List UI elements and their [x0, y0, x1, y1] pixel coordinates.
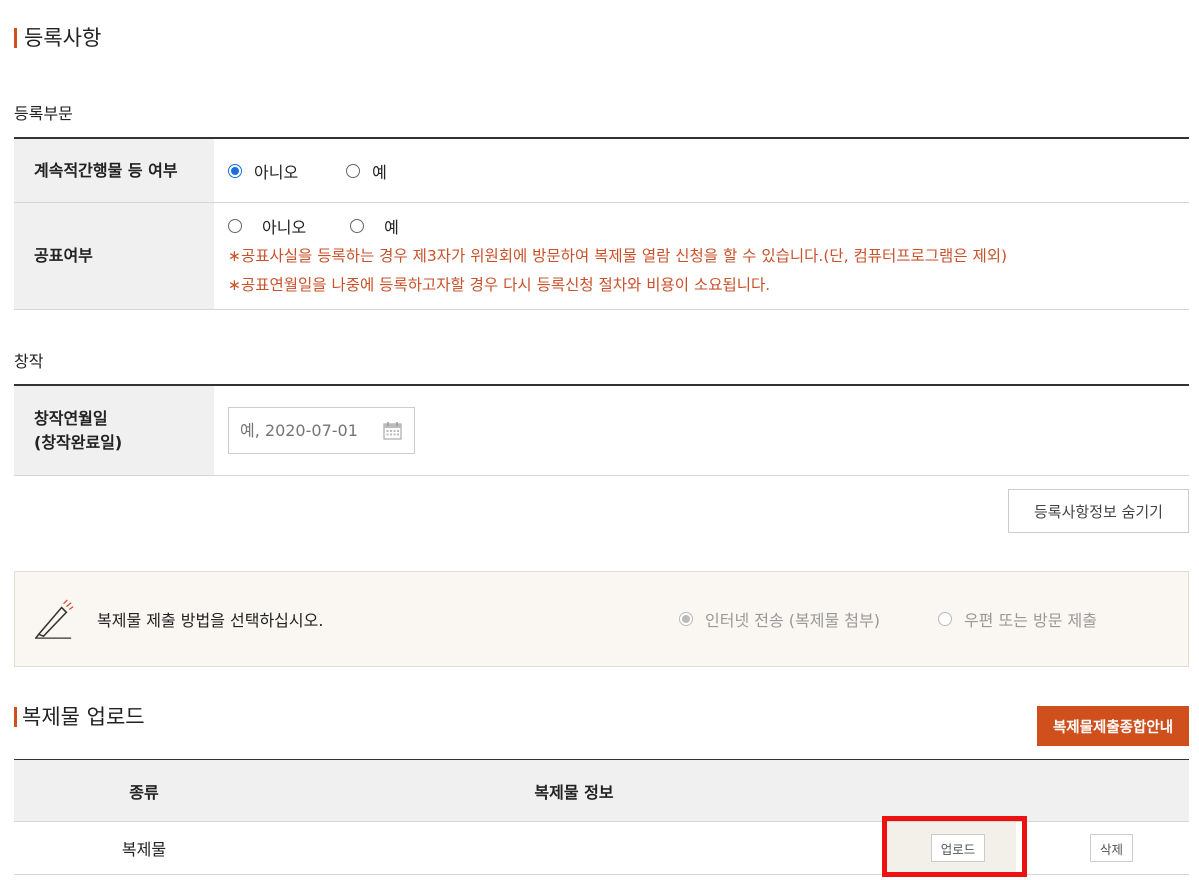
submission-method-options: 인터넷 전송 (복제물 첨부) 우편 또는 방문 제출: [679, 607, 1155, 631]
method-radio-post-label: 우편 또는 방문 제출: [963, 611, 1097, 630]
publish-notice-1: ∗공표사실을 등록하는 경우 제3자가 위원회에 방문하여 복제물 열람 신청을…: [228, 247, 1008, 265]
radio-unchecked-disabled-icon: [937, 612, 952, 626]
publish-radio-group: 아니오 예: [228, 214, 1189, 238]
publish-label: 공표여부: [14, 203, 214, 309]
section-title-registration: 등록사항: [14, 26, 101, 50]
serial-label: 계속적간행물 등 여부: [14, 139, 214, 202]
radio-unchecked-icon: [346, 163, 361, 178]
upload-table-header: 종류 복제물 정보: [14, 760, 1189, 822]
publish-radio-yes-label: 예: [384, 218, 399, 237]
publish-radio-no[interactable]: 아니오: [228, 214, 306, 238]
publish-radio-no-label: 아니오: [262, 218, 307, 237]
form-row-creation-date: 창작연월일 (창작완료일): [14, 386, 1189, 476]
calendar-icon[interactable]: [383, 421, 402, 440]
registration-form-table: 계속적간행물 등 여부 아니오 예 공표여부 아니오 예 ∗공표사실을 등록하는…: [14, 137, 1189, 310]
upload-table: 종류 복제물 정보 복제물 업로드 삭제: [14, 759, 1189, 875]
table-row: 복제물 업로드 삭제: [14, 822, 1189, 875]
form-row-publish: 공표여부 아니오 예 ∗공표사실을 등록하는 경우 제3자가 위원회에 방문하여…: [14, 203, 1189, 310]
creation-date-label-line1: 창작연월일: [34, 408, 108, 428]
creation-form-table: 창작연월일 (창작완료일): [14, 384, 1189, 476]
radio-unchecked-icon: [228, 219, 242, 233]
radio-checked-disabled-icon: [679, 612, 693, 626]
hide-registration-info-button[interactable]: 등록사항정보 숨기기: [1008, 489, 1189, 533]
upload-row-type: 복제물: [121, 840, 167, 859]
creation-date-label: 창작연월일 (창작완료일): [14, 386, 214, 475]
publish-value: 아니오 예 ∗공표사실을 등록하는 경우 제3자가 위원회에 방문하여 복제물 …: [214, 203, 1189, 309]
creation-date-value: [214, 386, 1189, 475]
subsection-title-category: 등록부문: [14, 104, 73, 123]
method-radio-post[interactable]: 우편 또는 방문 제출: [937, 607, 1097, 631]
serial-radio-no[interactable]: 아니오: [228, 159, 298, 183]
upload-col-info-header: 복제물 정보: [534, 782, 614, 802]
subsection-title-creation: 창작: [14, 352, 44, 371]
submission-method-box: 복제물 제출 방법을 선택하십시오. 인터넷 전송 (복제물 첨부) 우편 또는…: [14, 571, 1189, 667]
method-radio-internet[interactable]: 인터넷 전송 (복제물 첨부): [679, 607, 880, 631]
delete-button[interactable]: 삭제: [1090, 834, 1133, 862]
creation-date-input[interactable]: [240, 421, 370, 440]
section-title-upload: 복제물 업로드: [14, 705, 145, 729]
submission-guide-button[interactable]: 복제물제출종합안내: [1037, 706, 1189, 746]
serial-radio-no-label: 아니오: [254, 162, 299, 182]
serial-value: 아니오 예: [214, 139, 1189, 202]
submission-method-prompt: 복제물 제출 방법을 선택하십시오.: [97, 611, 324, 630]
creation-date-field[interactable]: [228, 407, 415, 454]
method-radio-internet-label: 인터넷 전송 (복제물 첨부): [705, 611, 880, 630]
pen-icon: [34, 599, 74, 639]
serial-radio-yes-label: 예: [372, 162, 387, 182]
serial-radio-yes[interactable]: 예: [346, 159, 387, 183]
publish-notice-2: ∗공표연월일을 나중에 등록하고자할 경우 다시 등록신청 절차와 비용이 소요…: [228, 276, 771, 294]
publish-radio-yes[interactable]: 예: [350, 214, 399, 238]
radio-unchecked-icon: [350, 219, 365, 233]
upload-col-type-header: 종류: [129, 782, 159, 802]
serial-radio-group: 아니오 예: [228, 159, 1189, 183]
creation-date-label-line2: (창작완료일): [34, 432, 123, 452]
radio-checked-icon: [228, 163, 242, 178]
upload-button[interactable]: 업로드: [931, 834, 985, 862]
form-row-serial: 계속적간행물 등 여부 아니오 예: [14, 139, 1189, 203]
